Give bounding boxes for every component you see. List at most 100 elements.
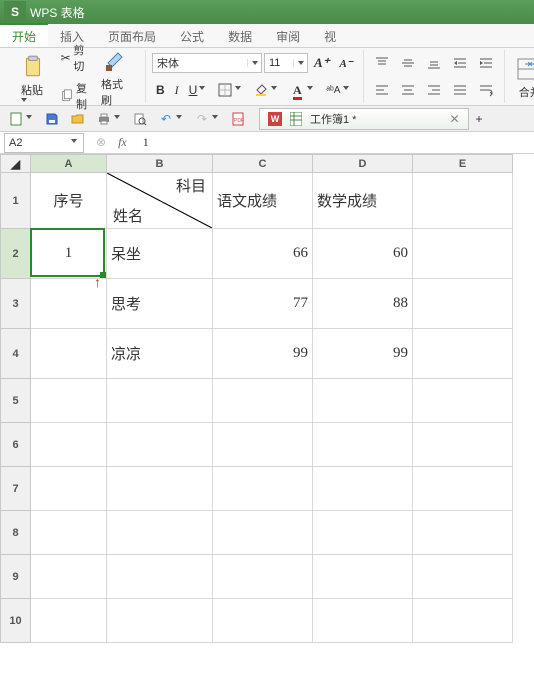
cell-B7[interactable]: [107, 467, 213, 511]
cell-B1[interactable]: 科目姓名: [107, 173, 213, 229]
cell-E9[interactable]: [413, 555, 513, 599]
select-all-corner[interactable]: ◢: [1, 155, 31, 173]
decrease-font-button[interactable]: A⁻: [336, 55, 357, 72]
cell-D2[interactable]: 60: [313, 229, 413, 279]
row-header-3[interactable]: 3: [1, 279, 31, 329]
cell-D4[interactable]: 99: [313, 329, 413, 379]
cell-C4[interactable]: 99: [213, 329, 313, 379]
cell-D6[interactable]: [313, 423, 413, 467]
format-painter-button[interactable]: 格式刷: [97, 44, 135, 110]
cell-B8[interactable]: [107, 511, 213, 555]
cell-C5[interactable]: [213, 379, 313, 423]
cell-D10[interactable]: [313, 599, 413, 643]
cell-B4[interactable]: 凉凉: [107, 329, 213, 379]
paste-button[interactable]: 粘贴: [14, 50, 52, 104]
cut-button[interactable]: ✂ 剪切: [56, 40, 93, 76]
row-header-9[interactable]: 9: [1, 555, 31, 599]
qat-redo-button[interactable]: ↷: [190, 109, 224, 129]
phonetic-button[interactable]: ᵃᵇA: [321, 80, 355, 100]
cell-E7[interactable]: [413, 467, 513, 511]
col-header-B[interactable]: B: [107, 155, 213, 173]
cell-E8[interactable]: [413, 511, 513, 555]
row-header-10[interactable]: 10: [1, 599, 31, 643]
tab-view[interactable]: 视: [312, 24, 348, 47]
align-left-button[interactable]: [370, 80, 394, 100]
row-header-2[interactable]: 2: [1, 229, 31, 279]
cell-E1[interactable]: [413, 173, 513, 229]
align-right-button[interactable]: [422, 80, 446, 100]
cell-D7[interactable]: [313, 467, 413, 511]
align-top-button[interactable]: [370, 53, 394, 73]
underline-button[interactable]: U: [185, 81, 212, 99]
row-header-6[interactable]: 6: [1, 423, 31, 467]
cell-B6[interactable]: [107, 423, 213, 467]
cell-B3[interactable]: 思考: [107, 279, 213, 329]
cell-E2[interactable]: [413, 229, 513, 279]
cell-A5[interactable]: [31, 379, 107, 423]
align-center-button[interactable]: [396, 80, 420, 100]
qat-save-button[interactable]: [40, 109, 64, 129]
cell-E4[interactable]: [413, 329, 513, 379]
cell-A6[interactable]: [31, 423, 107, 467]
cell-D9[interactable]: [313, 555, 413, 599]
cell-B9[interactable]: [107, 555, 213, 599]
tab-data[interactable]: 数据: [216, 24, 264, 47]
qat-undo-button[interactable]: ↶: [154, 109, 188, 129]
cell-D3[interactable]: 88: [313, 279, 413, 329]
cell-E6[interactable]: [413, 423, 513, 467]
row-header-1[interactable]: 1: [1, 173, 31, 229]
cell-A10[interactable]: [31, 599, 107, 643]
cell-C3[interactable]: 77: [213, 279, 313, 329]
cell-B2[interactable]: 呆坐: [107, 229, 213, 279]
indent-decrease-button[interactable]: [448, 53, 472, 73]
qat-print-button[interactable]: [92, 109, 126, 129]
cell-D5[interactable]: [313, 379, 413, 423]
fx-button[interactable]: fx: [114, 133, 131, 152]
font-size-combo[interactable]: 11: [264, 53, 308, 73]
cell-E10[interactable]: [413, 599, 513, 643]
cell-E5[interactable]: [413, 379, 513, 423]
border-button[interactable]: [213, 80, 247, 100]
cell-A2[interactable]: 1: [31, 229, 107, 279]
italic-button[interactable]: I: [171, 81, 183, 100]
row-header-7[interactable]: 7: [1, 467, 31, 511]
cell-A4[interactable]: [31, 329, 107, 379]
cell-C2[interactable]: 66: [213, 229, 313, 279]
cell-C1[interactable]: 语文成绩: [213, 173, 313, 229]
qat-new-button[interactable]: [4, 109, 38, 129]
qat-pdf-button[interactable]: PDF: [226, 109, 250, 129]
font-color-button[interactable]: A: [285, 80, 319, 100]
cell-C6[interactable]: [213, 423, 313, 467]
cell-C7[interactable]: [213, 467, 313, 511]
tab-formula[interactable]: 公式: [168, 24, 216, 47]
row-header-5[interactable]: 5: [1, 379, 31, 423]
cell-E3[interactable]: [413, 279, 513, 329]
cell-A8[interactable]: [31, 511, 107, 555]
align-middle-button[interactable]: [396, 53, 420, 73]
name-box[interactable]: A2: [4, 133, 84, 153]
row-header-8[interactable]: 8: [1, 511, 31, 555]
col-header-D[interactable]: D: [313, 155, 413, 173]
col-header-E[interactable]: E: [413, 155, 513, 173]
justify-button[interactable]: [448, 80, 472, 100]
cell-A9[interactable]: [31, 555, 107, 599]
cell-B10[interactable]: [107, 599, 213, 643]
cell-D8[interactable]: [313, 511, 413, 555]
close-tab-button[interactable]: ✕: [448, 113, 460, 125]
fill-color-button[interactable]: [249, 80, 283, 100]
tab-home[interactable]: 开始: [0, 23, 48, 47]
new-tab-button[interactable]: +: [471, 110, 486, 128]
cell-C8[interactable]: [213, 511, 313, 555]
align-bottom-button[interactable]: [422, 53, 446, 73]
tab-review[interactable]: 审阅: [264, 24, 312, 47]
merge-button[interactable]: 合并: [511, 52, 534, 102]
cell-C9[interactable]: [213, 555, 313, 599]
indent-increase-button[interactable]: [474, 53, 498, 73]
col-header-C[interactable]: C: [213, 155, 313, 173]
document-tab[interactable]: W 工作簿1 * ✕: [259, 108, 469, 130]
cell-D1[interactable]: 数学成绩: [313, 173, 413, 229]
row-header-4[interactable]: 4: [1, 329, 31, 379]
qat-open-button[interactable]: [66, 109, 90, 129]
cell-A1[interactable]: 序号: [31, 173, 107, 229]
wrap-text-button[interactable]: [474, 80, 498, 100]
